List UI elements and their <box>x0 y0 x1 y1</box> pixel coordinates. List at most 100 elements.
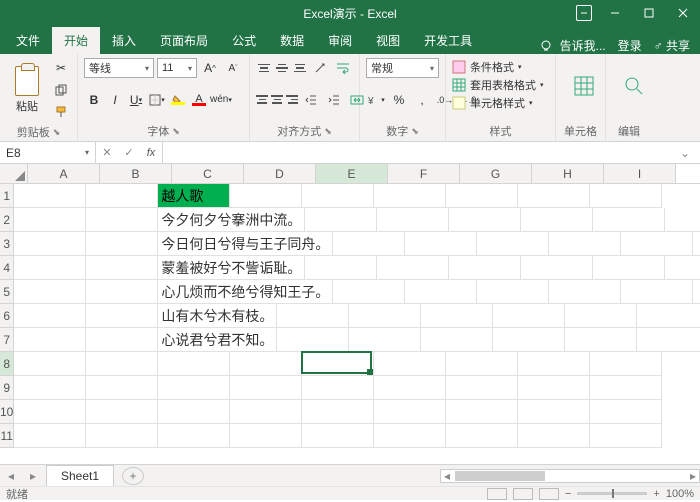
tell-me-input[interactable]: 告诉我... <box>554 37 612 54</box>
copy-button[interactable] <box>51 80 71 100</box>
cell[interactable] <box>421 304 493 328</box>
cell[interactable] <box>14 400 86 424</box>
cell[interactable] <box>590 352 662 376</box>
cell[interactable] <box>590 376 662 400</box>
font-name-select[interactable]: 等线▾ <box>84 58 154 78</box>
tab-view[interactable]: 视图 <box>364 27 412 54</box>
worksheet-grid[interactable]: ABCDEFGHI 1234567891011 越人歌今夕何夕兮搴洲中流。今日何… <box>0 164 700 464</box>
cell[interactable] <box>374 184 446 208</box>
decrease-font-button[interactable]: Aˇ <box>223 58 243 78</box>
conditional-format-button[interactable]: 条件格式▾ <box>452 58 549 76</box>
cell[interactable] <box>86 232 158 256</box>
tab-home[interactable]: 开始 <box>52 27 100 54</box>
cell[interactable]: 今夕何夕兮搴洲中流。 <box>158 208 305 232</box>
increase-indent-button[interactable] <box>324 90 344 110</box>
sheet-tab[interactable]: Sheet1 <box>46 465 114 486</box>
cell[interactable] <box>421 328 493 352</box>
cell[interactable] <box>277 328 349 352</box>
minimize-button[interactable] <box>598 0 632 26</box>
cell[interactable] <box>637 304 700 328</box>
normal-view-button[interactable] <box>487 488 507 500</box>
cell[interactable] <box>349 328 421 352</box>
cell[interactable] <box>405 232 477 256</box>
cell[interactable] <box>230 400 302 424</box>
fill-color-button[interactable] <box>168 90 188 110</box>
prev-sheet-button[interactable]: ◂ <box>0 469 22 483</box>
cell[interactable] <box>86 376 158 400</box>
cell[interactable]: 今日何日兮得与王子同舟。 <box>158 232 333 256</box>
cell[interactable] <box>518 424 590 448</box>
cell[interactable] <box>405 280 477 304</box>
ribbon-display-icon[interactable] <box>576 5 592 21</box>
cell[interactable] <box>549 232 621 256</box>
horizontal-scrollbar[interactable]: ◂ ▸ <box>440 469 700 483</box>
cell[interactable] <box>518 352 590 376</box>
row-header[interactable]: 7 <box>0 328 14 352</box>
cell[interactable] <box>493 328 565 352</box>
cell[interactable] <box>565 328 637 352</box>
dialog-launcher-icon[interactable]: ⬊ <box>411 126 419 137</box>
cell[interactable] <box>158 424 230 448</box>
accounting-format-button[interactable]: ¥▾ <box>366 90 386 110</box>
cell[interactable] <box>230 184 302 208</box>
tab-formulas[interactable]: 公式 <box>220 27 268 54</box>
cell[interactable] <box>477 232 549 256</box>
cell[interactable] <box>230 352 302 376</box>
format-as-table-button[interactable]: 套用表格格式▾ <box>452 76 549 94</box>
cell[interactable] <box>302 352 374 376</box>
cell[interactable] <box>693 232 700 256</box>
cell[interactable] <box>374 376 446 400</box>
cell[interactable] <box>86 328 158 352</box>
cell[interactable] <box>377 256 449 280</box>
cell[interactable] <box>449 256 521 280</box>
cell[interactable] <box>521 208 593 232</box>
cell[interactable] <box>518 184 590 208</box>
cell[interactable] <box>14 184 86 208</box>
tab-developer[interactable]: 开发工具 <box>412 27 484 54</box>
cell[interactable] <box>521 256 593 280</box>
phonetic-button[interactable]: wén▾ <box>210 90 232 110</box>
signin-button[interactable]: 登录 <box>612 37 648 54</box>
cell[interactable] <box>518 376 590 400</box>
cell[interactable] <box>14 424 86 448</box>
cell[interactable] <box>230 424 302 448</box>
cell[interactable] <box>86 280 158 304</box>
italic-button[interactable]: I <box>105 90 125 110</box>
cell[interactable] <box>374 352 446 376</box>
cell[interactable] <box>446 352 518 376</box>
row-header[interactable]: 11 <box>0 424 14 448</box>
cell[interactable] <box>305 208 377 232</box>
format-painter-button[interactable] <box>51 102 71 122</box>
cell[interactable] <box>349 304 421 328</box>
cell[interactable] <box>593 256 665 280</box>
page-layout-view-button[interactable] <box>513 488 533 500</box>
dialog-launcher-icon[interactable]: ⬊ <box>324 126 332 137</box>
cell[interactable] <box>665 208 700 232</box>
zoom-in-button[interactable]: + <box>653 488 659 500</box>
cell[interactable] <box>230 376 302 400</box>
cell[interactable] <box>446 400 518 424</box>
select-all-button[interactable] <box>0 164 28 183</box>
cell[interactable] <box>446 424 518 448</box>
enter-edit-button[interactable]: ✓ <box>118 146 140 159</box>
cell-styles-button[interactable]: 单元格样式▾ <box>452 94 549 112</box>
cell[interactable] <box>518 400 590 424</box>
cell[interactable] <box>565 304 637 328</box>
column-header[interactable]: F <box>388 164 460 183</box>
orientation-button[interactable] <box>310 58 330 78</box>
row-header[interactable]: 4 <box>0 256 14 280</box>
insert-function-button[interactable]: fx <box>140 147 162 159</box>
bold-button[interactable]: B <box>84 90 104 110</box>
cell[interactable] <box>621 280 693 304</box>
cell[interactable] <box>86 424 158 448</box>
column-header[interactable]: A <box>28 164 100 183</box>
cell[interactable] <box>549 280 621 304</box>
column-header[interactable]: C <box>172 164 244 183</box>
cell[interactable] <box>158 376 230 400</box>
cell[interactable] <box>477 280 549 304</box>
cell[interactable] <box>637 328 700 352</box>
column-header[interactable]: D <box>244 164 316 183</box>
cell[interactable]: 蒙羞被好兮不訾诟耻。 <box>158 256 305 280</box>
column-header[interactable]: I <box>604 164 676 183</box>
cell[interactable] <box>158 400 230 424</box>
